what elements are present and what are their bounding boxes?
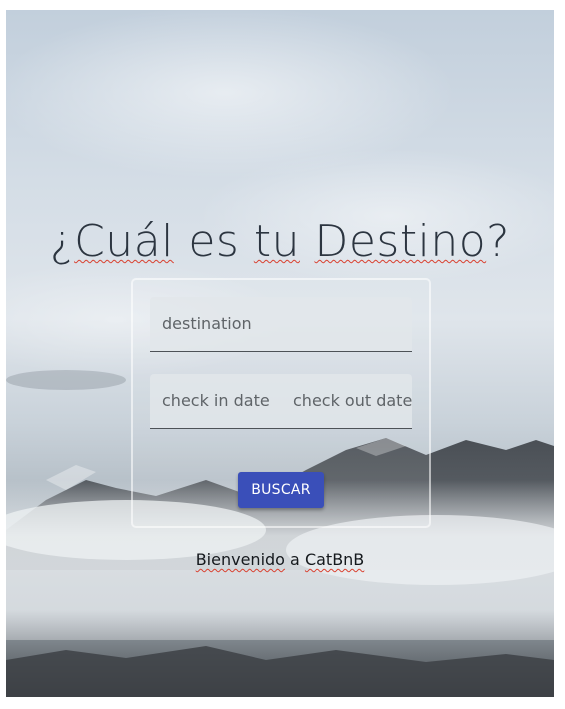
title-space [300, 216, 315, 267]
destination-field [150, 297, 412, 352]
welcome-message: Bienvenido a CatBnB [6, 550, 554, 569]
destination-input[interactable] [150, 297, 412, 350]
search-form: BUSCAR [131, 278, 431, 528]
title-prefix: ¿ [49, 216, 75, 267]
welcome-word-catbnb: CatBnB [304, 550, 365, 569]
welcome-word-bienvenido: Bienvenido [195, 550, 285, 569]
check-in-date-input[interactable] [150, 374, 281, 427]
welcome-middle: a [284, 550, 305, 569]
page-title: ¿Cuál es tu Destino? [6, 216, 554, 267]
search-button[interactable]: BUSCAR [238, 472, 324, 508]
check-out-date-input[interactable] [281, 374, 412, 427]
title-suffix: ? [486, 216, 511, 267]
hero-background: ¿Cuál es tu Destino? BUSCAR Bienvenido a… [6, 10, 554, 697]
title-word-cual: Cuál [74, 216, 174, 267]
date-range-field [150, 374, 412, 429]
title-word-tu: tu [253, 216, 300, 267]
title-middle: es [173, 216, 254, 267]
title-word-destino: Destino [314, 216, 487, 267]
